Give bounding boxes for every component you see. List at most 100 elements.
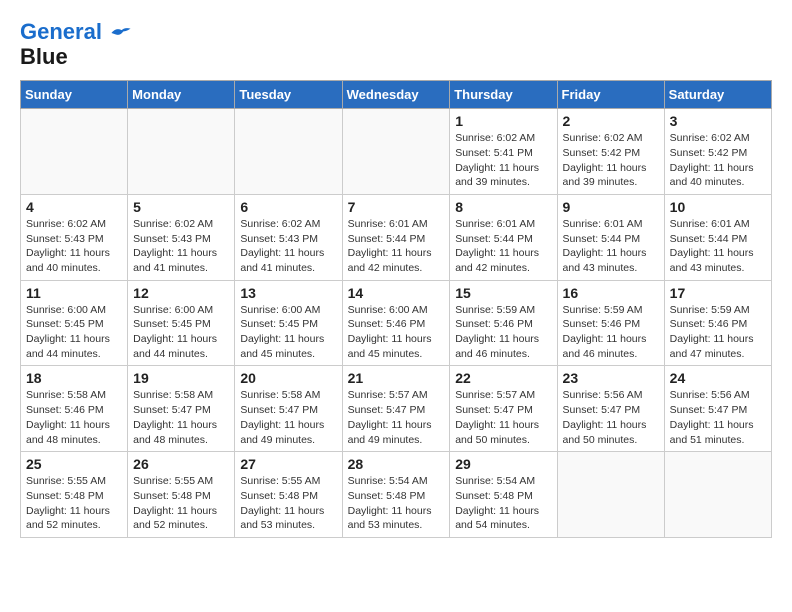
day-number: 27 xyxy=(240,456,336,472)
day-number: 21 xyxy=(348,370,445,386)
logo-text: General xyxy=(20,20,132,44)
day-info: Sunrise: 5:58 AM Sunset: 5:46 PM Dayligh… xyxy=(26,388,122,447)
calendar-cell: 29 Sunrise: 5:54 AM Sunset: 5:48 PM Dayli… xyxy=(450,452,557,538)
day-info: Sunrise: 5:58 AM Sunset: 5:47 PM Dayligh… xyxy=(240,388,336,447)
day-info: Sunrise: 6:02 AM Sunset: 5:42 PM Dayligh… xyxy=(670,131,766,190)
day-info: Sunrise: 6:02 AM Sunset: 5:41 PM Dayligh… xyxy=(455,131,551,190)
calendar-cell: 28Sunrise: 5:54 AM Sunset: 5:48 PM Dayli… xyxy=(342,452,450,538)
calendar-week-row: 4Sunrise: 6:02 AM Sunset: 5:43 PM Daylig… xyxy=(21,194,772,280)
day-number: 11 xyxy=(26,285,122,301)
day-info: Sunrise: 5:56 AM Sunset: 5:47 PM Dayligh… xyxy=(563,388,659,447)
day-info: Sunrise: 5:56 AM Sunset: 5:47 PM Dayligh… xyxy=(670,388,766,447)
day-number: 3 xyxy=(670,113,766,129)
day-number: 16 xyxy=(563,285,659,301)
calendar-cell xyxy=(557,452,664,538)
calendar-cell: 15 Sunrise: 5:59 AM Sunset: 5:46 PM Dayli… xyxy=(450,280,557,366)
day-info: Sunrise: 6:00 AM Sunset: 5:45 PM Dayligh… xyxy=(240,303,336,362)
calendar-cell: 11 Sunrise: 6:00 AM Sunset: 5:45 PM Dayli… xyxy=(21,280,128,366)
calendar-cell xyxy=(664,452,771,538)
day-number: 2 xyxy=(563,113,659,129)
calendar-cell: 23 Sunrise: 5:56 AM Sunset: 5:47 PM Dayli… xyxy=(557,366,664,452)
calendar-cell: 24Sunrise: 5:56 AM Sunset: 5:47 PM Dayli… xyxy=(664,366,771,452)
calendar-week-row: 11 Sunrise: 6:00 AM Sunset: 5:45 PM Dayli… xyxy=(21,280,772,366)
day-info: Sunrise: 5:59 AM Sunset: 5:46 PM Dayligh… xyxy=(670,303,766,362)
calendar-cell: 18 Sunrise: 5:58 AM Sunset: 5:46 PM Dayli… xyxy=(21,366,128,452)
calendar-cell: 21 Sunrise: 5:57 AM Sunset: 5:47 PM Dayli… xyxy=(342,366,450,452)
day-info: Sunrise: 6:02 AM Sunset: 5:43 PM Dayligh… xyxy=(133,217,229,276)
calendar-cell: 1 Sunrise: 6:02 AM Sunset: 5:41 PM Daylig… xyxy=(450,109,557,195)
day-info: Sunrise: 5:55 AM Sunset: 5:48 PM Dayligh… xyxy=(26,474,122,533)
day-info: Sunrise: 6:02 AM Sunset: 5:43 PM Dayligh… xyxy=(26,217,122,276)
calendar-cell: 8 Sunrise: 6:01 AM Sunset: 5:44 PM Daylig… xyxy=(450,194,557,280)
day-number: 6 xyxy=(240,199,336,215)
day-number: 18 xyxy=(26,370,122,386)
calendar-cell: 6 Sunrise: 6:02 AM Sunset: 5:43 PM Daylig… xyxy=(235,194,342,280)
day-of-week-header: Monday xyxy=(128,81,235,109)
calendar-cell: 9 Sunrise: 6:01 AM Sunset: 5:44 PM Daylig… xyxy=(557,194,664,280)
day-of-week-header: Sunday xyxy=(21,81,128,109)
calendar-cell: 3 Sunrise: 6:02 AM Sunset: 5:42 PM Daylig… xyxy=(664,109,771,195)
day-number: 1 xyxy=(455,113,551,129)
day-number: 20 xyxy=(240,370,336,386)
day-number: 13 xyxy=(240,285,336,301)
day-number: 9 xyxy=(563,199,659,215)
day-number: 12 xyxy=(133,285,229,301)
day-info: Sunrise: 6:01 AM Sunset: 5:44 PM Dayligh… xyxy=(348,217,445,276)
day-number: 17 xyxy=(670,285,766,301)
day-of-week-header: Saturday xyxy=(664,81,771,109)
calendar-cell xyxy=(342,109,450,195)
day-number: 15 xyxy=(455,285,551,301)
calendar-cell: 26Sunrise: 5:55 AM Sunset: 5:48 PM Dayli… xyxy=(128,452,235,538)
day-info: Sunrise: 6:00 AM Sunset: 5:46 PM Dayligh… xyxy=(348,303,445,362)
day-info: Sunrise: 6:00 AM Sunset: 5:45 PM Dayligh… xyxy=(133,303,229,362)
calendar-cell: 13 Sunrise: 6:00 AM Sunset: 5:45 PM Dayli… xyxy=(235,280,342,366)
day-info: Sunrise: 5:57 AM Sunset: 5:47 PM Dayligh… xyxy=(348,388,445,447)
calendar-cell: 12 Sunrise: 6:00 AM Sunset: 5:45 PM Dayli… xyxy=(128,280,235,366)
day-info: Sunrise: 5:58 AM Sunset: 5:47 PM Dayligh… xyxy=(133,388,229,447)
day-info: Sunrise: 6:02 AM Sunset: 5:42 PM Dayligh… xyxy=(563,131,659,190)
calendar-cell: 27Sunrise: 5:55 AM Sunset: 5:48 PM Dayli… xyxy=(235,452,342,538)
day-number: 7 xyxy=(348,199,445,215)
day-of-week-header: Thursday xyxy=(450,81,557,109)
day-info: Sunrise: 6:01 AM Sunset: 5:44 PM Dayligh… xyxy=(670,217,766,276)
calendar-cell xyxy=(21,109,128,195)
calendar-cell: 22Sunrise: 5:57 AM Sunset: 5:47 PM Dayli… xyxy=(450,366,557,452)
calendar-cell: 2 Sunrise: 6:02 AM Sunset: 5:42 PM Daylig… xyxy=(557,109,664,195)
day-number: 25 xyxy=(26,456,122,472)
day-info: Sunrise: 6:02 AM Sunset: 5:43 PM Dayligh… xyxy=(240,217,336,276)
calendar-cell: 25 Sunrise: 5:55 AM Sunset: 5:48 PM Dayli… xyxy=(21,452,128,538)
day-info: Sunrise: 5:54 AM Sunset: 5:48 PM Dayligh… xyxy=(348,474,445,533)
calendar-cell xyxy=(235,109,342,195)
day-info: Sunrise: 5:59 AM Sunset: 5:46 PM Dayligh… xyxy=(563,303,659,362)
calendar-cell: 5 Sunrise: 6:02 AM Sunset: 5:43 PM Daylig… xyxy=(128,194,235,280)
day-info: Sunrise: 6:01 AM Sunset: 5:44 PM Dayligh… xyxy=(563,217,659,276)
day-info: Sunrise: 5:54 AM Sunset: 5:48 PM Dayligh… xyxy=(455,474,551,533)
calendar-week-row: 1 Sunrise: 6:02 AM Sunset: 5:41 PM Daylig… xyxy=(21,109,772,195)
day-number: 19 xyxy=(133,370,229,386)
calendar-cell: 10 Sunrise: 6:01 AM Sunset: 5:44 PM Dayli… xyxy=(664,194,771,280)
day-of-week-header: Wednesday xyxy=(342,81,450,109)
bird-icon xyxy=(110,25,132,41)
day-number: 5 xyxy=(133,199,229,215)
calendar-table: SundayMondayTuesdayWednesdayThursdayFrid… xyxy=(20,80,772,538)
day-info: Sunrise: 5:59 AM Sunset: 5:46 PM Dayligh… xyxy=(455,303,551,362)
calendar-cell: 16 Sunrise: 5:59 AM Sunset: 5:46 PM Dayli… xyxy=(557,280,664,366)
calendar-cell xyxy=(128,109,235,195)
calendar-cell: 7 Sunrise: 6:01 AM Sunset: 5:44 PM Daylig… xyxy=(342,194,450,280)
calendar-cell: 17 Sunrise: 5:59 AM Sunset: 5:46 PM Dayli… xyxy=(664,280,771,366)
day-of-week-header: Friday xyxy=(557,81,664,109)
day-of-week-header: Tuesday xyxy=(235,81,342,109)
calendar-cell: 4Sunrise: 6:02 AM Sunset: 5:43 PM Daylig… xyxy=(21,194,128,280)
day-info: Sunrise: 5:57 AM Sunset: 5:47 PM Dayligh… xyxy=(455,388,551,447)
day-number: 23 xyxy=(563,370,659,386)
calendar-cell: 14Sunrise: 6:00 AM Sunset: 5:46 PM Dayli… xyxy=(342,280,450,366)
day-info: Sunrise: 6:00 AM Sunset: 5:45 PM Dayligh… xyxy=(26,303,122,362)
calendar-cell: 19 Sunrise: 5:58 AM Sunset: 5:47 PM Dayli… xyxy=(128,366,235,452)
day-info: Sunrise: 6:01 AM Sunset: 5:44 PM Dayligh… xyxy=(455,217,551,276)
day-info: Sunrise: 5:55 AM Sunset: 5:48 PM Dayligh… xyxy=(133,474,229,533)
day-number: 29 xyxy=(455,456,551,472)
calendar-header-row: SundayMondayTuesdayWednesdayThursdayFrid… xyxy=(21,81,772,109)
day-number: 10 xyxy=(670,199,766,215)
day-number: 8 xyxy=(455,199,551,215)
calendar-week-row: 25 Sunrise: 5:55 AM Sunset: 5:48 PM Dayli… xyxy=(21,452,772,538)
